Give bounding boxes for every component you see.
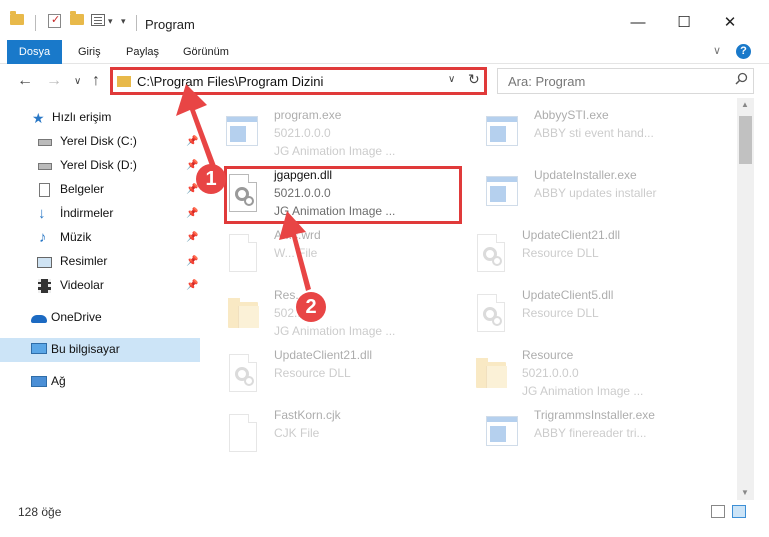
arrow-to-file <box>279 211 311 291</box>
step-badge-1: 1 <box>196 164 226 194</box>
step-badge-2: 2 <box>296 292 326 322</box>
arrow-to-address-bar <box>176 84 219 177</box>
annotation-layer <box>176 84 311 291</box>
